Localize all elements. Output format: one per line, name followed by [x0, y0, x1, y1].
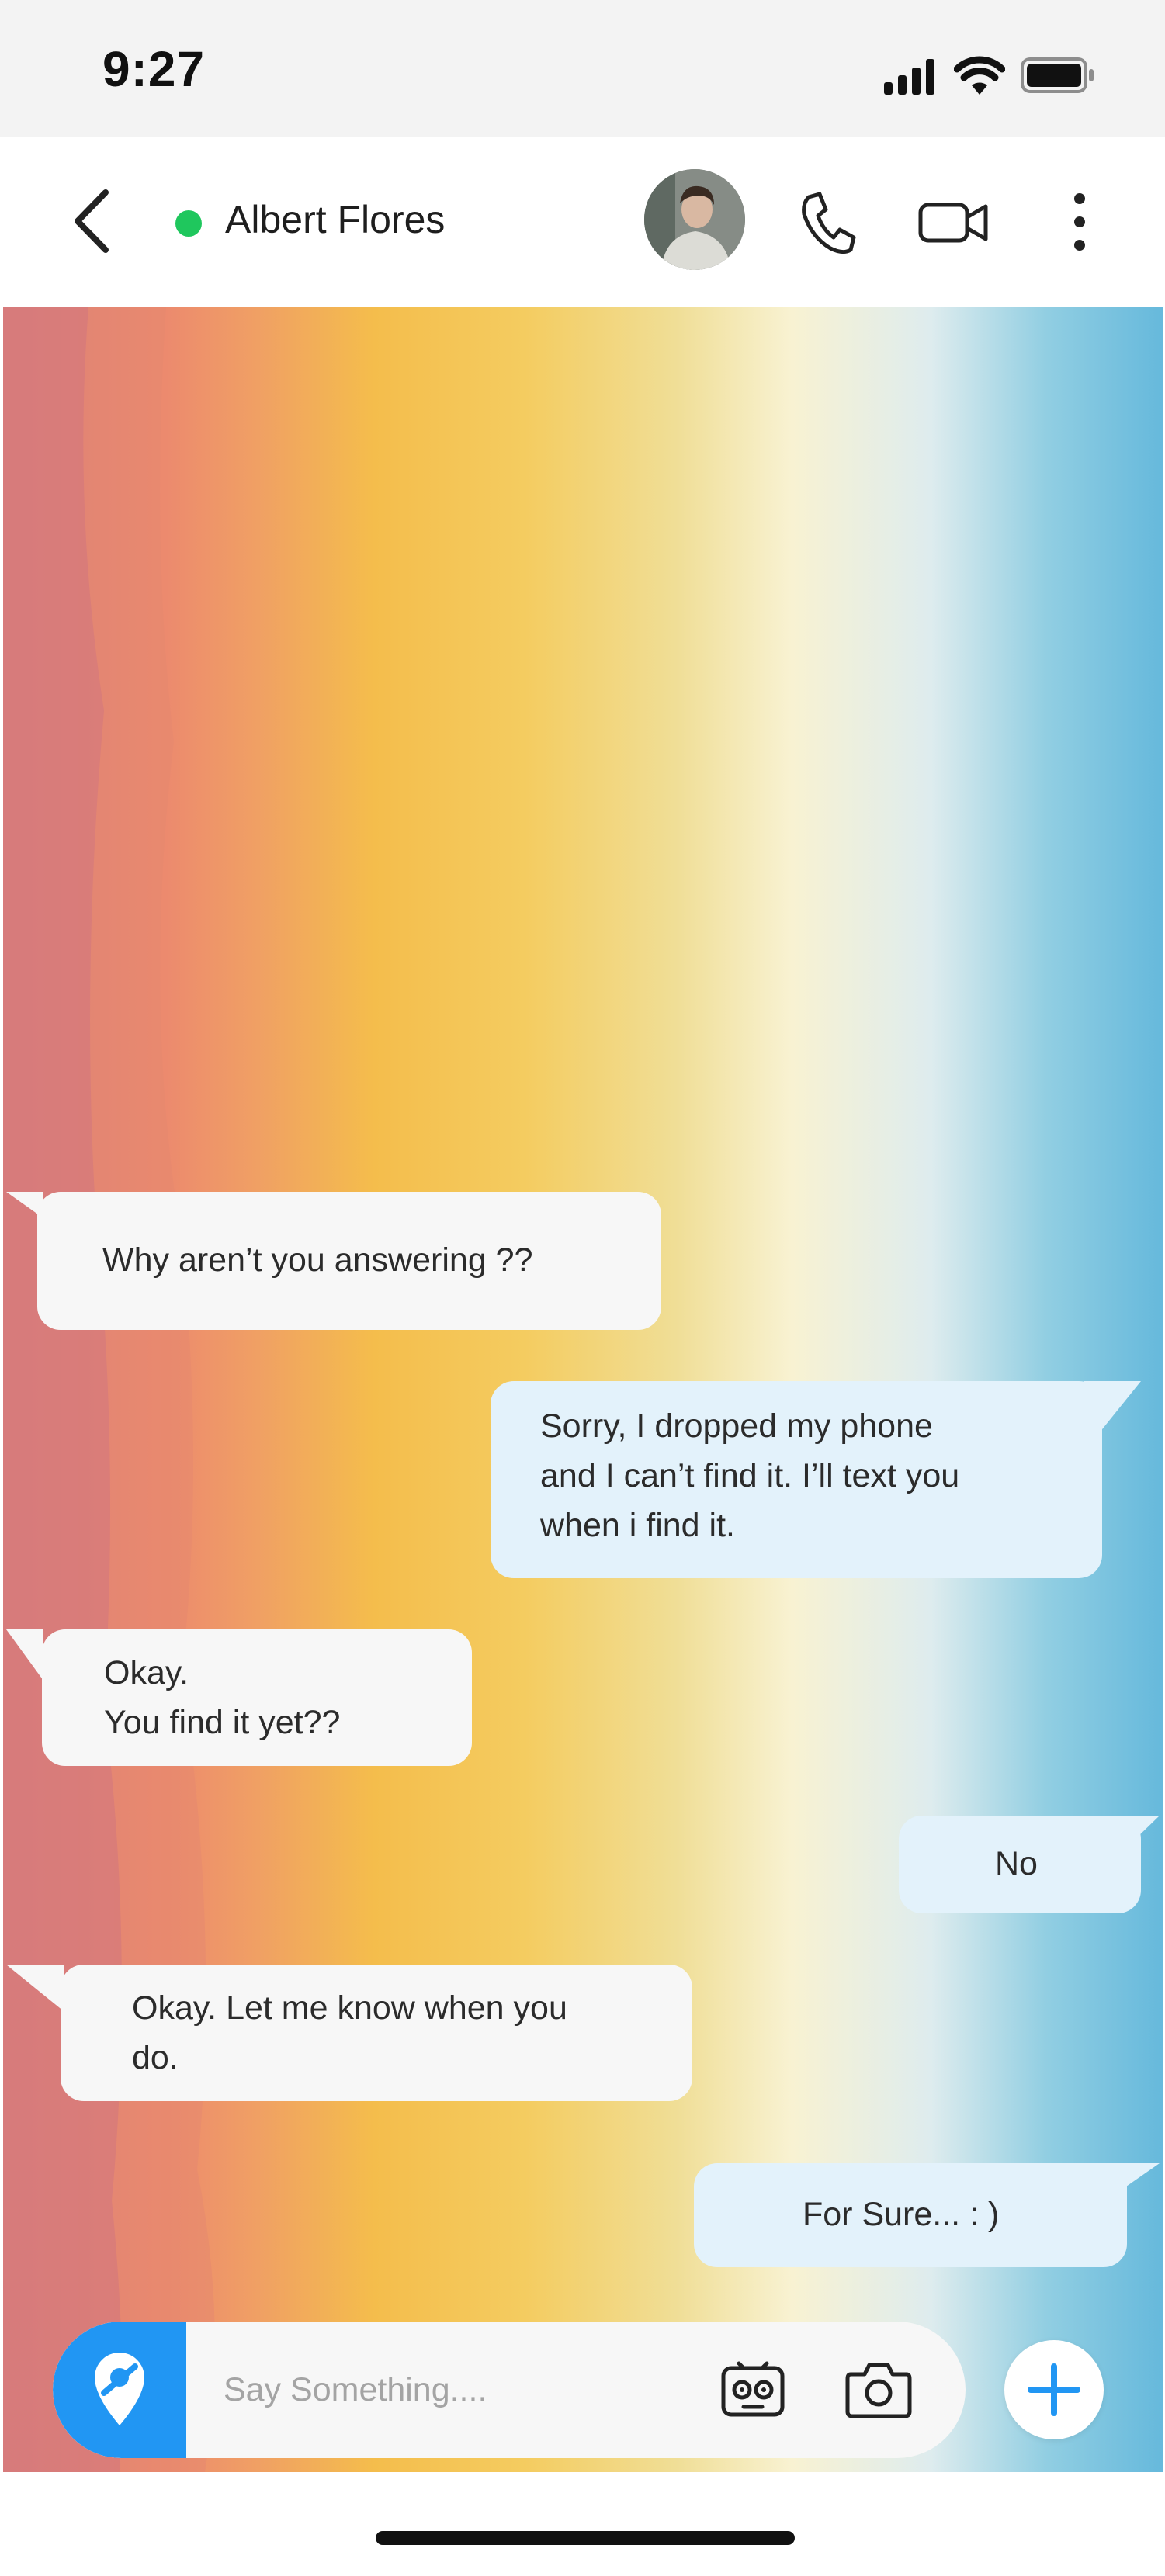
add-attachment-button[interactable] [1004, 2340, 1104, 2439]
message-text: Okay. You find it yet?? [104, 1654, 341, 1741]
message-composer [53, 2322, 966, 2458]
video-icon[interactable] [916, 183, 993, 261]
signal-icon [884, 59, 934, 95]
plus-icon [1028, 2363, 1080, 2416]
status-time: 9:27 [102, 41, 206, 97]
status-icons [855, 47, 1165, 95]
message-bubble-outgoing[interactable]: For Sure... : ) [694, 2163, 1127, 2267]
camera-icon[interactable] [844, 2356, 913, 2421]
message-text: Why aren’t you answering ?? [102, 1241, 533, 1279]
message-bubble-incoming[interactable]: Okay. You find it yet?? [42, 1629, 472, 1766]
bubble-tail [6, 1965, 64, 2011]
back-icon[interactable] [65, 186, 120, 256]
status-bar: 9:27 [0, 0, 1165, 137]
battery-icon [1021, 57, 1094, 93]
background-image [3, 307, 215, 2472]
chat-header: Albert Flores [0, 137, 1165, 307]
message-text: Sorry, I dropped my phone and I can’t fi… [540, 1407, 960, 1544]
message-text: No [995, 1845, 1038, 1882]
wifi-icon [954, 56, 1005, 95]
avatar[interactable] [644, 169, 745, 270]
online-status-dot [175, 210, 202, 237]
bubble-tail [6, 1629, 43, 1681]
phone-icon[interactable] [796, 183, 858, 261]
message-text: For Sure... : ) [803, 2196, 1000, 2233]
location-button[interactable] [53, 2322, 186, 2458]
contact-name[interactable]: Albert Flores [225, 197, 445, 242]
message-input[interactable] [224, 2359, 720, 2421]
location-icon [95, 2353, 144, 2425]
more-icon[interactable] [1060, 183, 1099, 261]
message-bubble-outgoing[interactable]: Sorry, I dropped my phone and I can’t fi… [491, 1381, 1102, 1578]
message-bubble-incoming[interactable]: Why aren’t you answering ?? [37, 1192, 661, 1330]
message-text: Okay. Let me know when you do. [132, 1989, 567, 2076]
message-bubble-incoming[interactable]: Okay. Let me know when you do. [61, 1965, 692, 2101]
message-bubble-outgoing[interactable]: No [899, 1816, 1141, 1913]
chat-background: Why aren’t you answering ?? Sorry, I dro… [3, 307, 1163, 2472]
home-indicator[interactable] [376, 2531, 795, 2545]
sticker-icon[interactable] [720, 2360, 785, 2419]
